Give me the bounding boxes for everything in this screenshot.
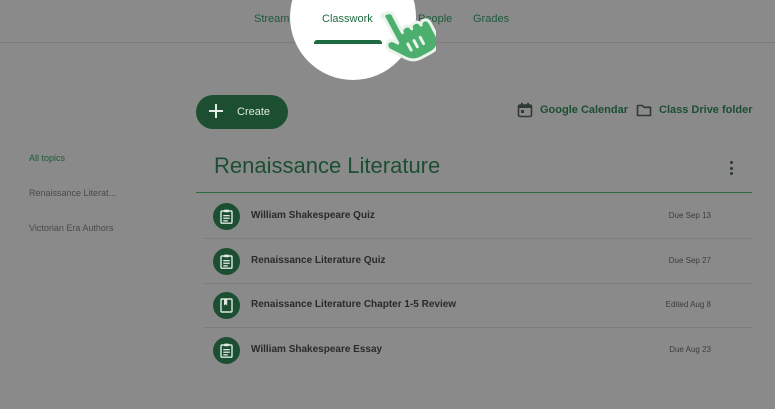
sidebar-item-renaissance[interactable]: Renaissance Literat... bbox=[29, 188, 116, 198]
class-drive-folder-link[interactable]: Class Drive folder bbox=[636, 102, 753, 118]
assignment-meta: Due Aug 23 bbox=[669, 345, 711, 354]
folder-icon bbox=[636, 104, 652, 117]
hand-cursor-icon bbox=[380, 11, 436, 62]
assignment-icon bbox=[213, 203, 240, 230]
create-button[interactable]: Create bbox=[196, 95, 288, 129]
assignment-meta: Due Sep 27 bbox=[668, 256, 711, 265]
topic-title: Renaissance Literature bbox=[214, 153, 441, 178]
assignment-icon bbox=[213, 248, 240, 275]
tab-classwork[interactable]: Classwork bbox=[322, 13, 373, 25]
sidebar-item-all-topics[interactable]: All topics bbox=[29, 153, 65, 163]
material-icon bbox=[213, 292, 240, 319]
plus-icon bbox=[209, 104, 223, 118]
list-item[interactable]: William Shakespeare Essay Due Aug 23 bbox=[196, 328, 752, 373]
tab-grades[interactable]: Grades bbox=[473, 13, 509, 25]
more-options-icon[interactable] bbox=[724, 159, 738, 177]
assignment-meta: Edited Aug 8 bbox=[665, 300, 711, 309]
assignment-meta: Due Sep 13 bbox=[668, 211, 711, 220]
assignment-title: William Shakespeare Essay bbox=[251, 344, 383, 355]
create-button-label: Create bbox=[237, 106, 271, 118]
assignment-title: William Shakespeare Quiz bbox=[251, 210, 375, 221]
topic-divider bbox=[196, 192, 752, 193]
assignment-icon bbox=[213, 337, 240, 364]
assignment-title: Renaissance Literature Chapter 1-5 Revie… bbox=[251, 299, 457, 310]
list-item[interactable]: William Shakespeare Quiz Due Sep 13 bbox=[196, 194, 752, 239]
google-calendar-link[interactable]: Google Calendar bbox=[517, 102, 628, 118]
google-calendar-label: Google Calendar bbox=[540, 104, 629, 116]
sidebar-item-victorian[interactable]: Victorian Era Authors bbox=[29, 223, 113, 233]
list-item[interactable]: Renaissance Literature Quiz Due Sep 27 bbox=[196, 239, 752, 284]
list-item[interactable]: Renaissance Literature Chapter 1-5 Revie… bbox=[196, 283, 752, 328]
calendar-icon bbox=[517, 102, 533, 118]
tab-stream[interactable]: Stream bbox=[254, 13, 289, 25]
class-drive-folder-label: Class Drive folder bbox=[659, 104, 753, 116]
assignment-title: Renaissance Literature Quiz bbox=[251, 255, 386, 266]
